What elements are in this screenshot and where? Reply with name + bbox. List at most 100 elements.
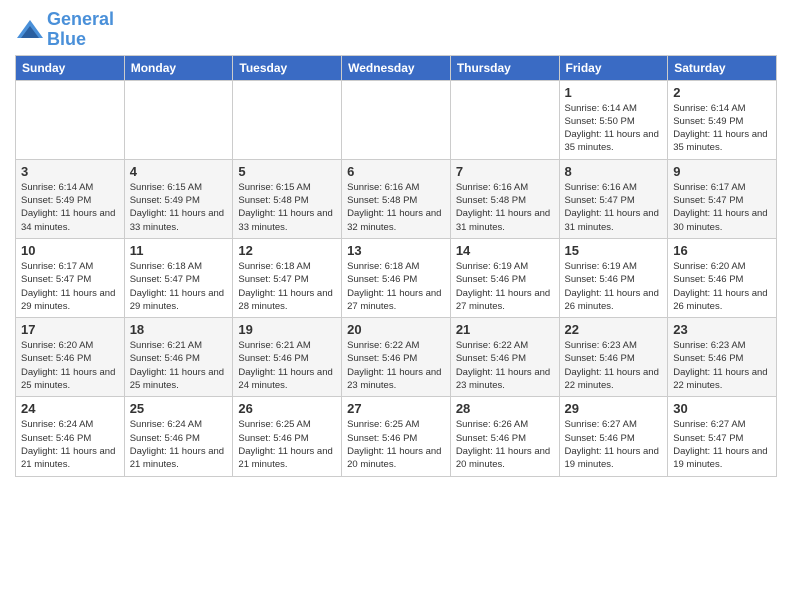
calendar-cell: 29Sunrise: 6:27 AM Sunset: 5:46 PM Dayli…	[559, 397, 668, 476]
day-info: Sunrise: 6:22 AM Sunset: 5:46 PM Dayligh…	[456, 339, 554, 392]
calendar-cell: 28Sunrise: 6:26 AM Sunset: 5:46 PM Dayli…	[450, 397, 559, 476]
calendar-cell	[450, 80, 559, 159]
calendar-cell: 21 Sunrise: 6:22 AM Sunset: 5:46 PM Dayli…	[450, 318, 559, 397]
calendar-cell	[124, 80, 233, 159]
day-number: 19	[238, 322, 336, 337]
day-info: Sunrise: 6:15 AM Sunset: 5:48 PM Dayligh…	[238, 181, 336, 234]
day-info: Sunrise: 6:16 AM Sunset: 5:48 PM Dayligh…	[456, 181, 554, 234]
day-info: Sunrise: 6:21 AM Sunset: 5:46 PM Dayligh…	[238, 339, 336, 392]
calendar-cell: 25 Sunrise: 6:24 AM Sunset: 5:46 PM Dayli…	[124, 397, 233, 476]
day-number: 18	[130, 322, 228, 337]
calendar-cell: 18 Sunrise: 6:21 AM Sunset: 5:46 PM Dayli…	[124, 318, 233, 397]
day-number: 5	[238, 164, 336, 179]
calendar-cell: 4Sunrise: 6:15 AM Sunset: 5:49 PM Daylig…	[124, 159, 233, 238]
day-number: 28	[456, 401, 554, 416]
day-of-week-tuesday: Tuesday	[233, 55, 342, 80]
calendar-cell: 14 Sunrise: 6:19 AM Sunset: 5:46 PM Dayli…	[450, 238, 559, 317]
day-info: Sunrise: 6:23 AM Sunset: 5:46 PM Dayligh…	[565, 339, 663, 392]
calendar-cell: 13Sunrise: 6:18 AM Sunset: 5:46 PM Dayli…	[342, 238, 451, 317]
page-container: General Blue SundayMondayTuesdayWednesda…	[0, 0, 792, 487]
day-number: 20	[347, 322, 445, 337]
calendar-cell: 10 Sunrise: 6:17 AM Sunset: 5:47 PM Dayli…	[16, 238, 125, 317]
day-info: Sunrise: 6:16 AM Sunset: 5:48 PM Dayligh…	[347, 181, 445, 234]
day-number: 24	[21, 401, 119, 416]
day-info: Sunrise: 6:17 AM Sunset: 5:47 PM Dayligh…	[21, 260, 119, 313]
day-info: Sunrise: 6:18 AM Sunset: 5:47 PM Dayligh…	[130, 260, 228, 313]
day-info: Sunrise: 6:25 AM Sunset: 5:46 PM Dayligh…	[238, 418, 336, 471]
day-number: 10	[21, 243, 119, 258]
day-number: 26	[238, 401, 336, 416]
calendar-cell: 17 Sunrise: 6:20 AM Sunset: 5:46 PM Dayli…	[16, 318, 125, 397]
day-number: 15	[565, 243, 663, 258]
logo: General Blue	[15, 10, 114, 50]
day-info: Sunrise: 6:20 AM Sunset: 5:46 PM Dayligh…	[21, 339, 119, 392]
day-info: Sunrise: 6:27 AM Sunset: 5:47 PM Dayligh…	[673, 418, 771, 471]
day-info: Sunrise: 6:24 AM Sunset: 5:46 PM Dayligh…	[21, 418, 119, 471]
day-info: Sunrise: 6:14 AM Sunset: 5:49 PM Dayligh…	[21, 181, 119, 234]
week-row-3: 17 Sunrise: 6:20 AM Sunset: 5:46 PM Dayli…	[16, 318, 777, 397]
day-number: 3	[21, 164, 119, 179]
day-of-week-friday: Friday	[559, 55, 668, 80]
day-number: 9	[673, 164, 771, 179]
calendar-cell: 12Sunrise: 6:18 AM Sunset: 5:47 PM Dayli…	[233, 238, 342, 317]
calendar-cell: 5 Sunrise: 6:15 AM Sunset: 5:48 PM Daylig…	[233, 159, 342, 238]
day-of-week-sunday: Sunday	[16, 55, 125, 80]
calendar-cell: 9 Sunrise: 6:17 AM Sunset: 5:47 PM Daylig…	[668, 159, 777, 238]
day-info: Sunrise: 6:18 AM Sunset: 5:47 PM Dayligh…	[238, 260, 336, 313]
calendar-cell: 1 Sunrise: 6:14 AM Sunset: 5:50 PM Daylig…	[559, 80, 668, 159]
days-of-week-row: SundayMondayTuesdayWednesdayThursdayFrid…	[16, 55, 777, 80]
day-number: 27	[347, 401, 445, 416]
day-info: Sunrise: 6:19 AM Sunset: 5:46 PM Dayligh…	[456, 260, 554, 313]
day-number: 14	[456, 243, 554, 258]
day-number: 21	[456, 322, 554, 337]
calendar-cell: 26 Sunrise: 6:25 AM Sunset: 5:46 PM Dayli…	[233, 397, 342, 476]
day-info: Sunrise: 6:21 AM Sunset: 5:46 PM Dayligh…	[130, 339, 228, 392]
day-info: Sunrise: 6:24 AM Sunset: 5:46 PM Dayligh…	[130, 418, 228, 471]
day-number: 23	[673, 322, 771, 337]
calendar-cell: 27 Sunrise: 6:25 AM Sunset: 5:46 PM Dayli…	[342, 397, 451, 476]
logo-icon	[15, 18, 45, 42]
calendar-cell: 24 Sunrise: 6:24 AM Sunset: 5:46 PM Dayli…	[16, 397, 125, 476]
calendar-cell: 22Sunrise: 6:23 AM Sunset: 5:46 PM Dayli…	[559, 318, 668, 397]
calendar-cell: 2Sunrise: 6:14 AM Sunset: 5:49 PM Daylig…	[668, 80, 777, 159]
day-number: 1	[565, 85, 663, 100]
day-info: Sunrise: 6:14 AM Sunset: 5:50 PM Dayligh…	[565, 102, 663, 155]
logo-line2: Blue	[47, 30, 114, 50]
day-number: 16	[673, 243, 771, 258]
day-info: Sunrise: 6:16 AM Sunset: 5:47 PM Dayligh…	[565, 181, 663, 234]
calendar-body: 1 Sunrise: 6:14 AM Sunset: 5:50 PM Daylig…	[16, 80, 777, 476]
calendar-cell: 15 Sunrise: 6:19 AM Sunset: 5:46 PM Dayli…	[559, 238, 668, 317]
day-info: Sunrise: 6:25 AM Sunset: 5:46 PM Dayligh…	[347, 418, 445, 471]
calendar-cell	[233, 80, 342, 159]
calendar-cell: 7 Sunrise: 6:16 AM Sunset: 5:48 PM Daylig…	[450, 159, 559, 238]
week-row-1: 3 Sunrise: 6:14 AM Sunset: 5:49 PM Daylig…	[16, 159, 777, 238]
day-number: 25	[130, 401, 228, 416]
calendar-cell	[342, 80, 451, 159]
day-info: Sunrise: 6:15 AM Sunset: 5:49 PM Dayligh…	[130, 181, 228, 234]
logo-text: General Blue	[47, 10, 114, 50]
calendar-cell: 23 Sunrise: 6:23 AM Sunset: 5:46 PM Dayli…	[668, 318, 777, 397]
week-row-2: 10 Sunrise: 6:17 AM Sunset: 5:47 PM Dayli…	[16, 238, 777, 317]
week-row-4: 24 Sunrise: 6:24 AM Sunset: 5:46 PM Dayli…	[16, 397, 777, 476]
day-info: Sunrise: 6:20 AM Sunset: 5:46 PM Dayligh…	[673, 260, 771, 313]
calendar-header: SundayMondayTuesdayWednesdayThursdayFrid…	[16, 55, 777, 80]
calendar-cell: 8 Sunrise: 6:16 AM Sunset: 5:47 PM Daylig…	[559, 159, 668, 238]
day-number: 30	[673, 401, 771, 416]
logo-line1: General	[47, 10, 114, 30]
day-number: 17	[21, 322, 119, 337]
day-of-week-thursday: Thursday	[450, 55, 559, 80]
week-row-0: 1 Sunrise: 6:14 AM Sunset: 5:50 PM Daylig…	[16, 80, 777, 159]
day-number: 7	[456, 164, 554, 179]
day-info: Sunrise: 6:17 AM Sunset: 5:47 PM Dayligh…	[673, 181, 771, 234]
day-info: Sunrise: 6:27 AM Sunset: 5:46 PM Dayligh…	[565, 418, 663, 471]
day-number: 11	[130, 243, 228, 258]
calendar-cell: 30 Sunrise: 6:27 AM Sunset: 5:47 PM Dayli…	[668, 397, 777, 476]
day-number: 2	[673, 85, 771, 100]
day-info: Sunrise: 6:23 AM Sunset: 5:46 PM Dayligh…	[673, 339, 771, 392]
day-info: Sunrise: 6:19 AM Sunset: 5:46 PM Dayligh…	[565, 260, 663, 313]
calendar-cell: 11 Sunrise: 6:18 AM Sunset: 5:47 PM Dayli…	[124, 238, 233, 317]
calendar-cell: 3 Sunrise: 6:14 AM Sunset: 5:49 PM Daylig…	[16, 159, 125, 238]
day-number: 8	[565, 164, 663, 179]
calendar-cell: 16 Sunrise: 6:20 AM Sunset: 5:46 PM Dayli…	[668, 238, 777, 317]
day-of-week-wednesday: Wednesday	[342, 55, 451, 80]
